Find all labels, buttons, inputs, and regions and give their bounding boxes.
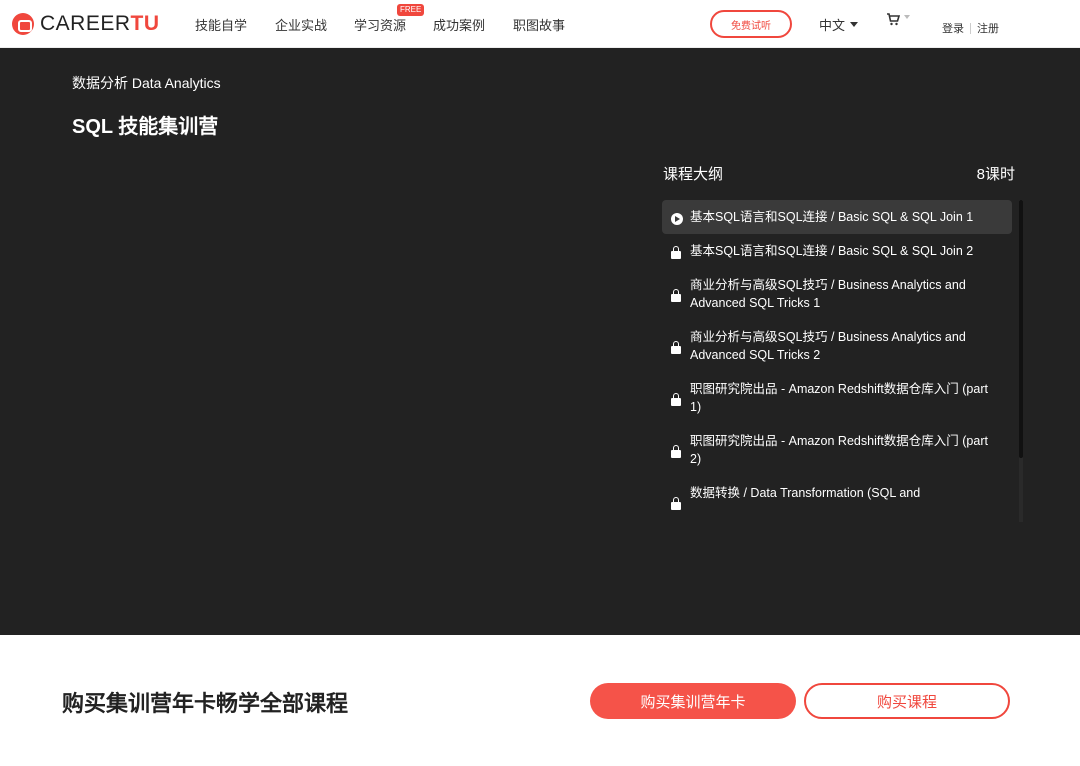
language-label: 中文 (819, 18, 846, 33)
lock-icon (671, 341, 681, 354)
cart-button[interactable] (886, 13, 910, 26)
lesson-title: 数据转换 / Data Transformation (SQL and (690, 486, 921, 500)
lesson-title: 商业分析与高级SQL技巧 / Business Analytics and Ad… (690, 278, 966, 310)
nav-enterprise-practice[interactable]: 企业实战 (275, 15, 327, 34)
free-badge: FREE (397, 4, 425, 16)
nav-career-stories[interactable]: 职图故事 (513, 15, 565, 34)
lesson-title: 职图研究院出品 - Amazon Redshift数据仓库入门 (part 1) (690, 382, 988, 414)
breadcrumb[interactable]: 数据分析 Data Analytics (72, 73, 221, 93)
auth-links: 登录 注册 (942, 20, 999, 36)
cart-icon (887, 13, 900, 26)
promo-heading: 购买集训营年卡畅学全部课程 (62, 691, 349, 716)
lesson-item-5[interactable]: 职图研究院出品 - Amazon Redshift数据仓库入门 (part 1) (662, 372, 1012, 424)
nav-success-cases[interactable]: 成功案例 (433, 15, 485, 34)
logo-text-accent: TU (130, 12, 160, 35)
lock-icon (671, 393, 681, 406)
lesson-item-7[interactable]: 数据转换 / Data Transformation (SQL and (662, 476, 1012, 510)
lesson-title: 商业分析与高级SQL技巧 / Business Analytics and Ad… (690, 330, 966, 362)
register-link[interactable]: 注册 (977, 20, 999, 36)
nav-learning-resources[interactable]: 学习资源 (354, 15, 406, 34)
buy-annual-pass-button[interactable]: 购买集训营年卡 (590, 683, 796, 719)
login-link[interactable]: 登录 (942, 20, 964, 36)
lesson-title: 基本SQL语言和SQL连接 / Basic SQL & SQL Join 2 (690, 244, 974, 258)
buy-course-button[interactable]: 购买课程 (804, 683, 1010, 719)
lock-icon (671, 246, 681, 259)
lesson-item-3[interactable]: 商业分析与高级SQL技巧 / Business Analytics and Ad… (662, 268, 1012, 320)
lesson-title: 基本SQL语言和SQL连接 / Basic SQL & SQL Join 1 (690, 210, 974, 224)
syllabus-label: 课程大纲 (663, 166, 724, 183)
lesson-item-4[interactable]: 商业分析与高级SQL技巧 / Business Analytics and Ad… (662, 320, 1012, 372)
lock-icon (671, 497, 681, 510)
logo-icon (12, 13, 34, 35)
play-icon (671, 213, 683, 225)
lock-icon (671, 445, 681, 458)
page-title: SQL 技能集训营 (72, 116, 219, 138)
lesson-item-1[interactable]: 基本SQL语言和SQL连接 / Basic SQL & SQL Join 1 (662, 200, 1012, 234)
free-trial-button[interactable]: 免费试听 (710, 10, 792, 38)
language-selector[interactable]: 中文 (819, 15, 859, 34)
lock-icon (671, 289, 681, 302)
lesson-list[interactable]: 基本SQL语言和SQL连接 / Basic SQL & SQL Join 1 基… (662, 200, 1012, 522)
syllabus-header: 课程大纲 8课时 (663, 163, 1015, 184)
top-header: CAREER TU 技能自学 企业实战 学习资源 FREE 成功案例 职图故事 免… (0, 0, 1080, 48)
logo-text-main: CAREER (40, 12, 131, 35)
logo-text: CAREER TU (40, 12, 160, 36)
lesson-item-2[interactable]: 基本SQL语言和SQL连接 / Basic SQL & SQL Join 2 (662, 234, 1012, 268)
lesson-list-scrollbar[interactable] (1019, 200, 1023, 458)
nav-skill-self-study[interactable]: 技能自学 (195, 15, 247, 34)
careertu-logo[interactable]: CAREER TU (12, 12, 160, 36)
lesson-title: 职图研究院出品 - Amazon Redshift数据仓库入门 (part 2) (690, 434, 988, 466)
chevron-down-icon (850, 22, 859, 27)
cart-dropdown-icon (904, 14, 910, 19)
auth-divider (970, 22, 971, 34)
lesson-item-6[interactable]: 职图研究院出品 - Amazon Redshift数据仓库入门 (part 2) (662, 424, 1012, 476)
lesson-count: 8课时 (976, 166, 1015, 183)
